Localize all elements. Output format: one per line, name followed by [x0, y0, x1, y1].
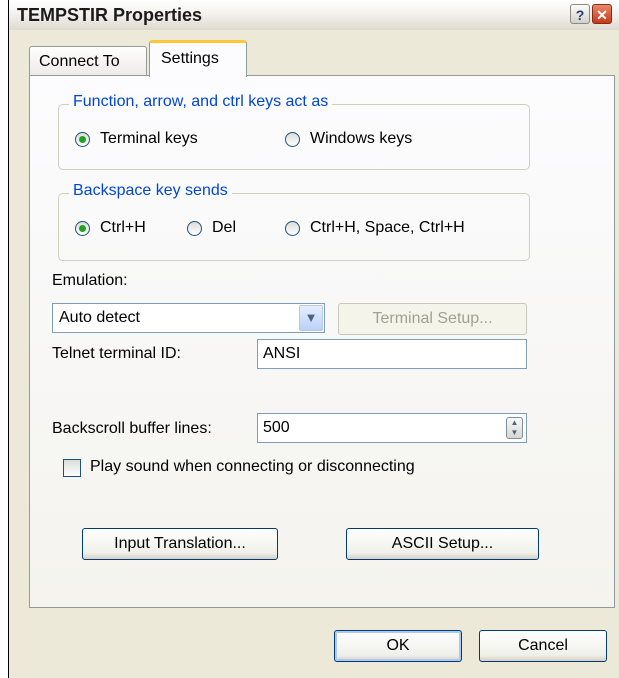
radio-windows-keys-label: Windows keys — [310, 130, 413, 147]
radio-del-label: Del — [212, 219, 237, 236]
chevron-down-icon[interactable]: ▼ — [299, 305, 323, 331]
ascii-setup-button[interactable]: ASCII Setup... — [346, 528, 539, 560]
tab-connect-to[interactable]: Connect To — [29, 46, 147, 76]
telnet-terminal-id-label: Telnet terminal ID: — [52, 345, 181, 362]
input-translation-button[interactable]: Input Translation... — [82, 528, 278, 560]
terminal-setup-label: Terminal Setup... — [372, 310, 493, 327]
emulation-select[interactable]: Auto detect ▼ — [52, 303, 325, 333]
ascii-setup-label: ASCII Setup... — [391, 535, 494, 552]
radio-del[interactable]: Del — [187, 219, 236, 237]
radio-ctrl-h-space-label: Ctrl+H, Space, Ctrl+H — [310, 219, 465, 236]
backspace-group: Backspace key sends Ctrl+H Del Ctrl+H, S… — [58, 182, 530, 261]
tab-connect-to-label: Connect To — [39, 53, 120, 70]
help-icon: ? — [575, 7, 585, 23]
tab-settings[interactable]: Settings — [149, 40, 247, 77]
backscroll-buffer-input[interactable]: 500 ▲ ▼ — [257, 413, 527, 443]
backspace-group-legend: Backspace key sends — [69, 182, 232, 200]
emulation-value: Auto detect — [59, 309, 140, 326]
properties-window: TEMPSTIR Properties ? ✕ Connect To Setti… — [8, 0, 619, 678]
radio-terminal-keys-label: Terminal keys — [100, 130, 198, 147]
radio-checked-icon — [75, 131, 90, 147]
radio-unchecked-icon — [187, 220, 202, 236]
cancel-button[interactable]: Cancel — [479, 630, 607, 662]
title-bar[interactable]: TEMPSTIR Properties ? ✕ — [9, 0, 619, 30]
play-sound-checkbox[interactable] — [63, 459, 81, 477]
keys-group-legend: Function, arrow, and ctrl keys act as — [69, 93, 333, 111]
radio-unchecked-icon — [285, 220, 300, 236]
ok-label: OK — [386, 637, 410, 654]
radio-checked-icon — [75, 220, 90, 236]
tab-settings-label: Settings — [161, 50, 219, 67]
radio-unchecked-icon — [285, 131, 300, 147]
play-sound-label: Play sound when connecting or disconnect… — [90, 458, 415, 475]
radio-ctrl-h[interactable]: Ctrl+H — [75, 219, 146, 237]
radio-ctrl-h-space[interactable]: Ctrl+H, Space, Ctrl+H — [285, 219, 465, 237]
telnet-terminal-id-input[interactable]: ANSI — [257, 339, 527, 369]
ok-button[interactable]: OK — [334, 630, 462, 662]
cancel-label: Cancel — [518, 637, 568, 654]
telnet-terminal-id-value: ANSI — [263, 345, 301, 362]
emulation-label: Emulation: — [52, 272, 128, 289]
help-button[interactable]: ? — [570, 4, 590, 24]
radio-ctrl-h-label: Ctrl+H — [100, 219, 146, 236]
radio-windows-keys[interactable]: Windows keys — [285, 130, 412, 148]
input-translation-label: Input Translation... — [114, 535, 246, 552]
backscroll-buffer-label: Backscroll buffer lines: — [52, 420, 212, 437]
keys-group: Function, arrow, and ctrl keys act as Te… — [58, 93, 530, 170]
spinner-arrows-icon[interactable]: ▲ ▼ — [506, 417, 523, 439]
backscroll-buffer-value: 500 — [263, 419, 290, 436]
close-button[interactable]: ✕ — [592, 4, 612, 24]
close-icon: ✕ — [596, 7, 608, 23]
settings-panel: Function, arrow, and ctrl keys act as Te… — [29, 75, 615, 608]
window-title: TEMPSTIR Properties — [17, 5, 203, 25]
terminal-setup-button[interactable]: Terminal Setup... — [338, 303, 527, 335]
radio-terminal-keys[interactable]: Terminal keys — [75, 130, 198, 148]
